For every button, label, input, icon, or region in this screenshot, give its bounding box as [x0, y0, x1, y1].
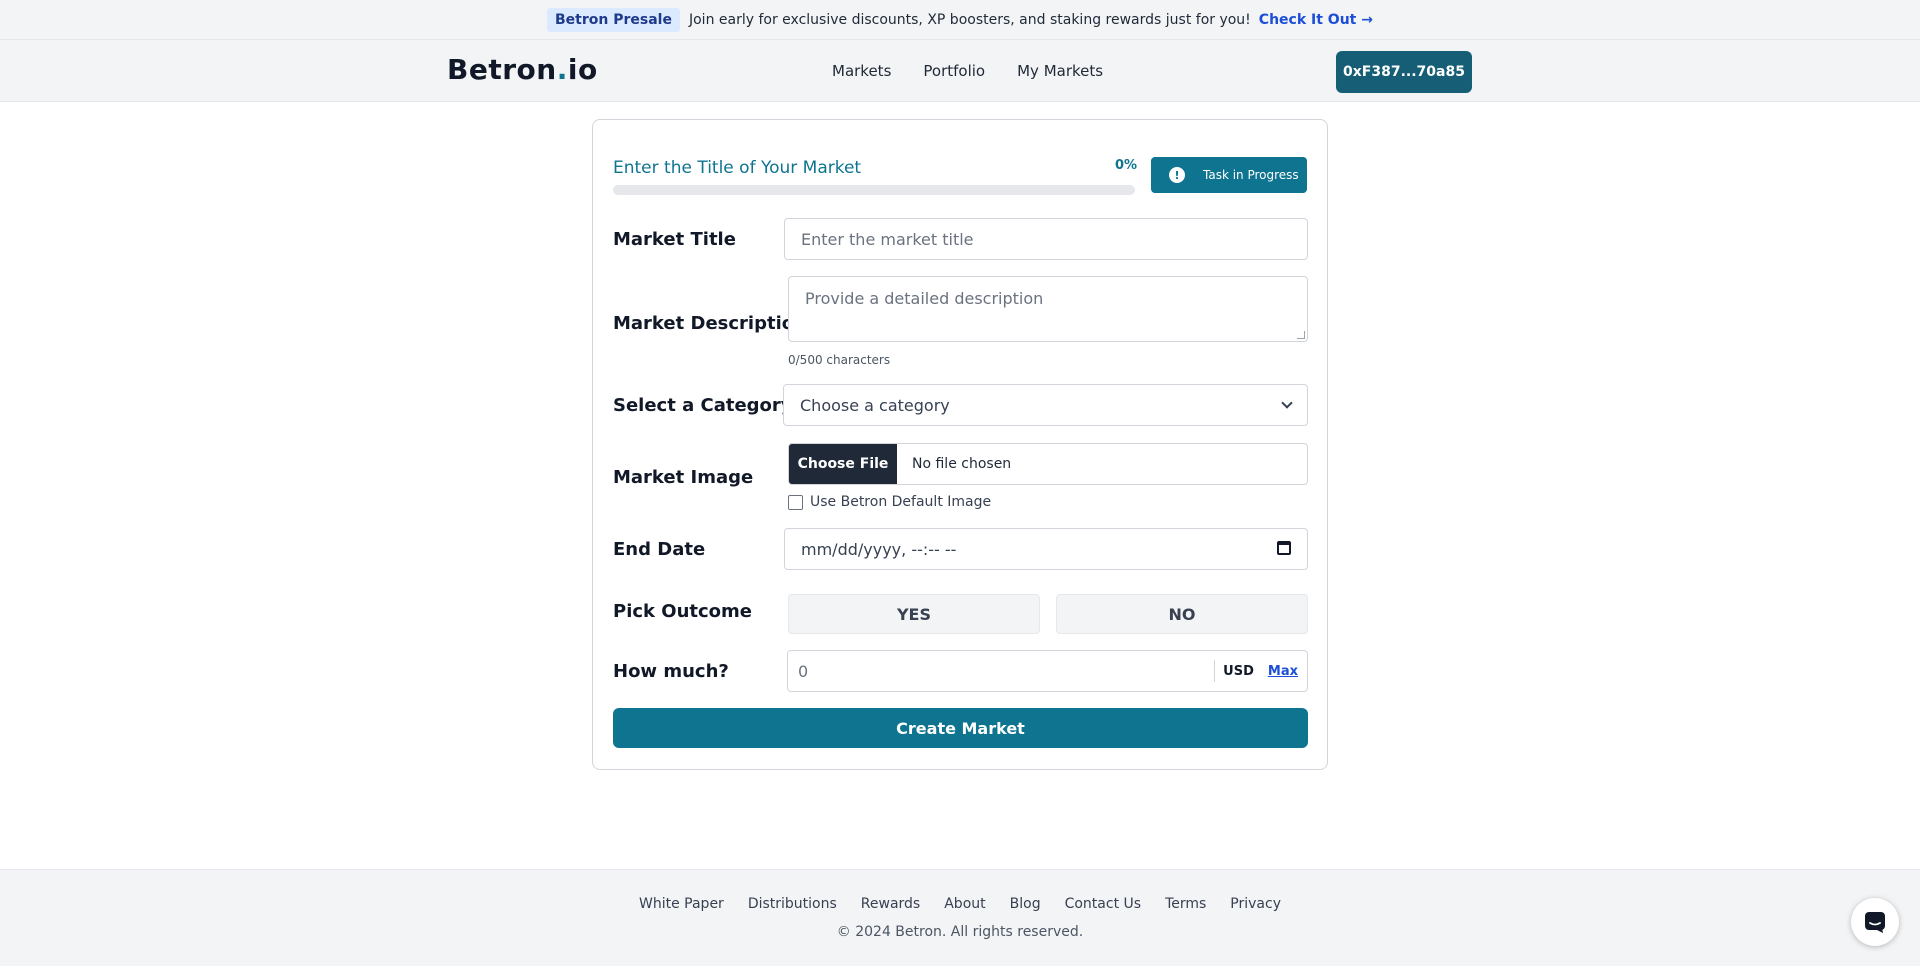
calendar-icon[interactable] [1277, 541, 1291, 555]
site-header: Betron.io Markets Portfolio My Markets 0… [0, 40, 1920, 102]
nav-portfolio[interactable]: Portfolio [923, 62, 985, 80]
progress-title: Enter the Title of Your Market [613, 158, 862, 178]
logo-dot: . [556, 53, 568, 86]
chat-bubble-icon [1865, 912, 1885, 933]
chat-widget-button[interactable] [1851, 898, 1899, 946]
chevron-down-icon [1281, 397, 1293, 409]
market-title-placeholder: Enter the market title [801, 229, 974, 249]
footer-links: White Paper Distributions Rewards About … [0, 896, 1920, 912]
max-amount-link[interactable]: Max [1268, 664, 1298, 679]
outcome-no-button[interactable]: NO [1056, 594, 1308, 634]
currency-label: USD [1214, 660, 1254, 682]
create-market-card: Enter the Title of Your Market 0% ! Task… [592, 119, 1328, 770]
amount-input[interactable]: 0 USD Max [787, 650, 1308, 692]
character-count: 0/500 characters [788, 353, 891, 367]
market-description-textarea[interactable]: Provide a detailed description [788, 276, 1308, 342]
market-image-label: Market Image [613, 467, 754, 488]
site-footer: White Paper Distributions Rewards About … [0, 869, 1920, 966]
logo-suffix: io [567, 53, 598, 86]
logo[interactable]: Betron.io [447, 53, 598, 86]
pick-outcome-label: Pick Outcome [613, 601, 752, 622]
end-date-input[interactable]: mm/dd/yyyy, --:-- -- [784, 528, 1308, 570]
market-description-label: Market Description [613, 313, 807, 334]
task-status-label: Task in Progress [1203, 168, 1299, 182]
market-image-file-input[interactable]: Choose File No file chosen [788, 443, 1308, 485]
alert-circle-icon: ! [1169, 167, 1185, 183]
wallet-address-button[interactable]: 0xF387...70a85 [1336, 51, 1472, 93]
main-nav: Markets Portfolio My Markets [832, 62, 1103, 80]
footer-about[interactable]: About [944, 896, 985, 912]
category-label: Select a Category [613, 395, 793, 416]
amount-label: How much? [613, 661, 729, 682]
end-date-value: mm/dd/yyyy, --:-- -- [801, 539, 957, 559]
footer-privacy[interactable]: Privacy [1230, 896, 1281, 912]
footer-terms[interactable]: Terms [1165, 896, 1206, 912]
file-status: No file chosen [912, 456, 1012, 472]
market-title-input[interactable]: Enter the market title [784, 218, 1308, 260]
nav-my-markets[interactable]: My Markets [1017, 62, 1103, 80]
copyright: © 2024 Betron. All rights reserved. [836, 924, 1084, 940]
default-image-checkbox[interactable] [788, 494, 803, 510]
amount-value: 0 [798, 661, 809, 681]
task-in-progress-button[interactable]: ! Task in Progress [1151, 157, 1307, 193]
market-title-label: Market Title [613, 229, 736, 250]
progress-bar [613, 185, 1135, 195]
create-market-button[interactable]: Create Market [613, 708, 1308, 748]
presale-badge: Betron Presale [547, 7, 680, 32]
nav-markets[interactable]: Markets [832, 62, 891, 80]
announcement-bar: Betron Presale Join early for exclusive … [0, 0, 1920, 40]
footer-contact-us[interactable]: Contact Us [1065, 896, 1141, 912]
market-description-placeholder: Provide a detailed description [805, 289, 1044, 308]
choose-file-button[interactable]: Choose File [789, 444, 897, 484]
category-selected-value: Choose a category [800, 395, 950, 415]
announcement-message: Join early for exclusive discounts, XP b… [688, 11, 1251, 28]
logo-text: Betron [447, 53, 557, 86]
category-select[interactable]: Choose a category [783, 384, 1308, 426]
footer-rewards[interactable]: Rewards [861, 896, 920, 912]
resize-handle[interactable] [1297, 331, 1305, 339]
footer-blog[interactable]: Blog [1010, 896, 1041, 912]
progress-percent: 0% [1115, 158, 1138, 173]
footer-distributions[interactable]: Distributions [748, 896, 837, 912]
default-image-option[interactable]: Use Betron Default Image [788, 494, 991, 510]
outcome-yes-button[interactable]: YES [788, 594, 1040, 634]
check-it-out-link[interactable]: Check It Out → [1259, 12, 1373, 28]
footer-white-paper[interactable]: White Paper [639, 896, 724, 912]
default-image-label: Use Betron Default Image [810, 494, 992, 510]
end-date-label: End Date [613, 539, 706, 560]
